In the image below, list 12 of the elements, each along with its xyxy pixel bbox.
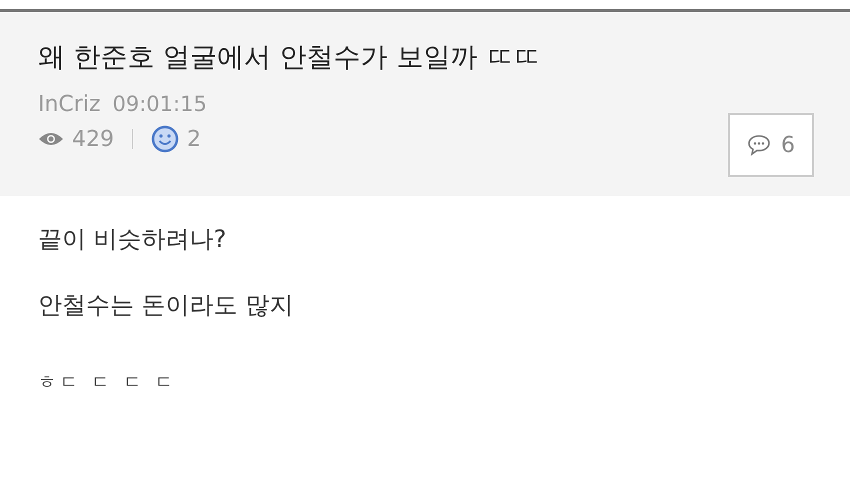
comment-button[interactable]: 6 <box>728 113 814 177</box>
post-paragraph: 안철수는 돈이라도 많지 <box>38 290 294 320</box>
eye-icon <box>38 131 64 147</box>
like-count: 2 <box>187 126 201 152</box>
post-paragraph: 끝이 비슷하려나? <box>38 224 228 254</box>
view-count: 429 <box>72 126 114 152</box>
post-paragraph: ㅎㄷ ㄷ ㄷ ㄷ <box>38 371 178 395</box>
post-title: 왜 한준호 얼굴에서 안철수가 보일까 ㄸㄸ <box>38 41 540 75</box>
smiley-icon <box>151 125 179 153</box>
speech-bubble-icon <box>747 134 771 156</box>
author-name[interactable]: InCriz <box>38 92 100 117</box>
post-time: 09:01:15 <box>112 92 207 117</box>
